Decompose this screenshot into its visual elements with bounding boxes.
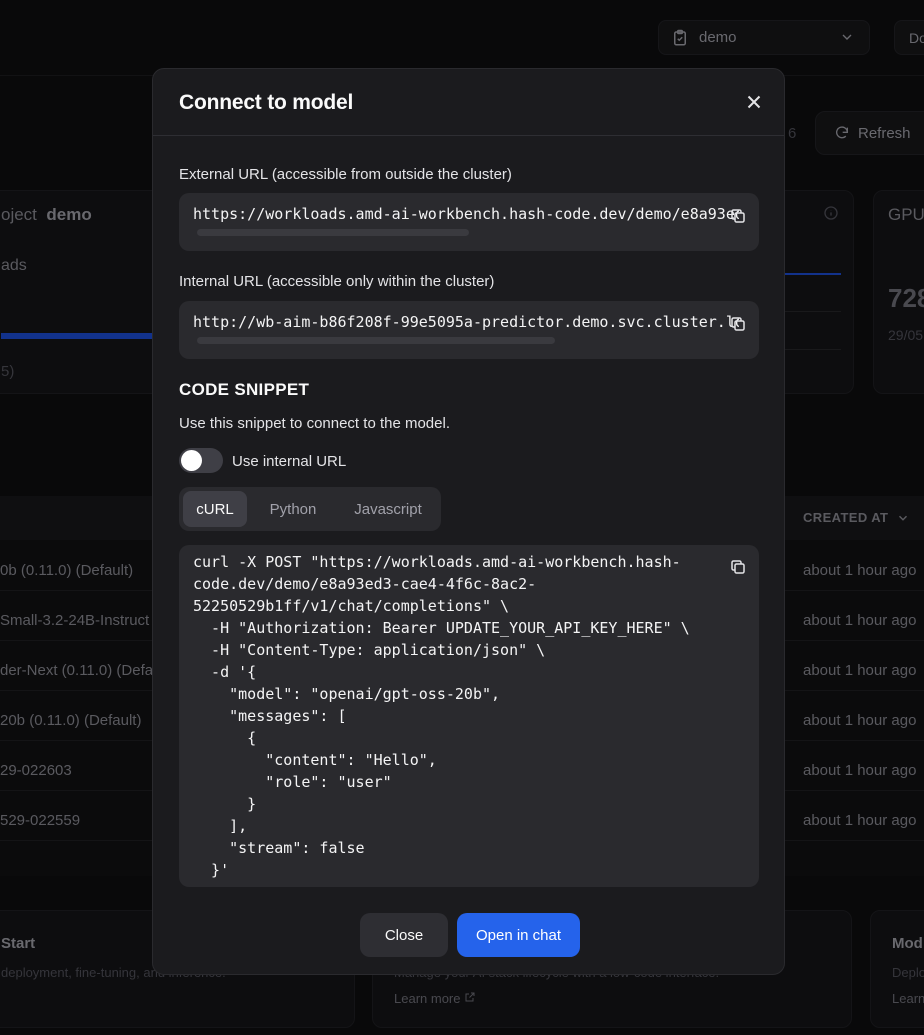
modal-header: Connect to model (153, 69, 784, 136)
code-snippet-text: curl -X POST "https://workloads.amd-ai-w… (193, 553, 690, 879)
internal-url-label: Internal URL (accessible only within the… (179, 273, 495, 290)
code-snippet-heading: CODE SNIPPET (179, 380, 310, 399)
internal-url-toggle[interactable] (179, 448, 223, 473)
open-in-chat-button[interactable]: Open in chat (457, 913, 580, 957)
internal-url-value: http://wb-aim-b86f208f-99e5095a-predicto… (193, 313, 739, 331)
close-icon[interactable] (743, 91, 765, 113)
code-snippet-block[interactable]: curl -X POST "https://workloads.amd-ai-w… (179, 545, 759, 887)
copy-icon[interactable] (729, 207, 747, 225)
internal-url-field[interactable]: http://wb-aim-b86f208f-99e5095a-predicto… (179, 301, 759, 359)
tab-curl[interactable]: cURL (183, 491, 247, 527)
tab-python[interactable]: Python (255, 491, 331, 527)
tab-javascript[interactable]: Javascript (339, 491, 437, 527)
code-snippet-description: Use this snippet to connect to the model… (179, 415, 450, 432)
language-tabs: cURL Python Javascript (179, 487, 441, 531)
external-url-field[interactable]: https://workloads.amd-ai-workbench.hash-… (179, 193, 759, 251)
toggle-knob (181, 450, 202, 471)
internal-url-toggle-label: Use internal URL (232, 453, 347, 470)
external-url-label: External URL (accessible from outside th… (179, 166, 512, 183)
horizontal-scrollbar[interactable] (197, 229, 469, 236)
modal-title: Connect to model (179, 91, 354, 114)
connect-modal: Connect to model External URL (accessibl… (152, 68, 785, 975)
external-url-value: https://workloads.amd-ai-workbench.hash-… (193, 205, 739, 223)
copy-icon[interactable] (729, 315, 747, 333)
copy-icon[interactable] (729, 558, 747, 576)
close-button[interactable]: Close (360, 913, 448, 957)
horizontal-scrollbar[interactable] (197, 337, 555, 344)
